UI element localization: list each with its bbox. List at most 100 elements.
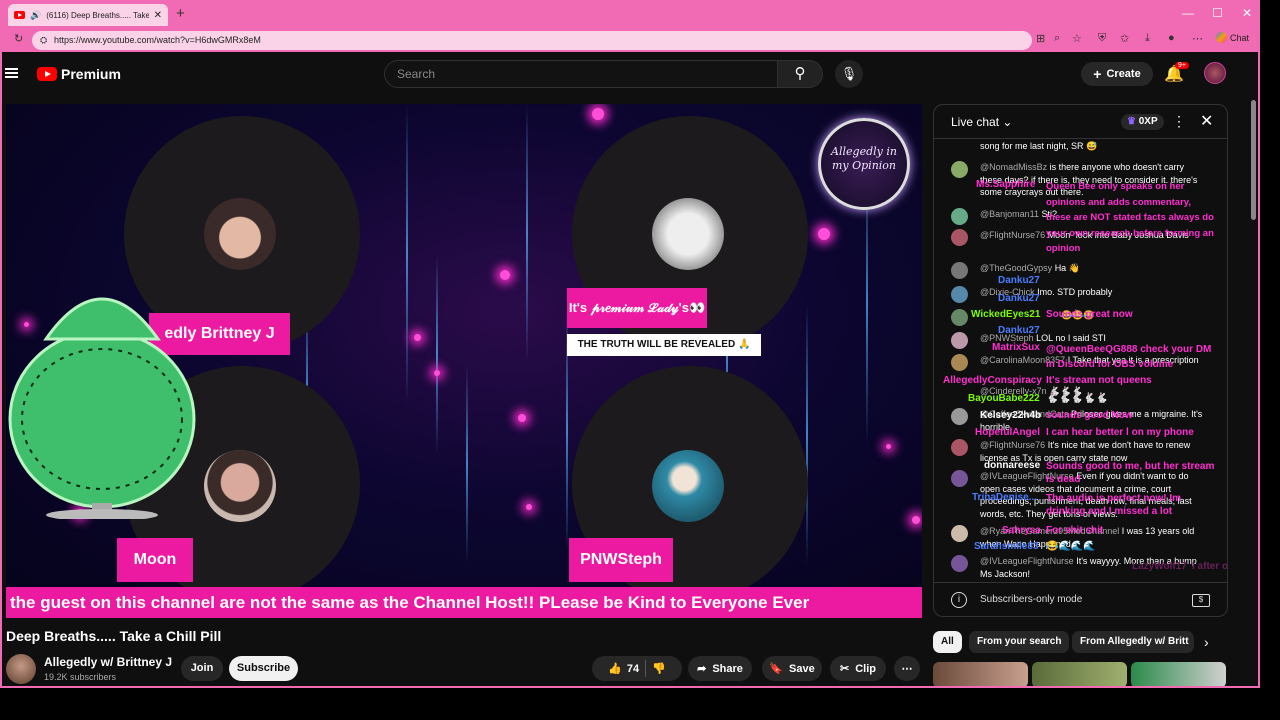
zoom-icon[interactable]: ⌕: [1054, 32, 1060, 45]
close-window-icon[interactable]: ✕: [1242, 6, 1252, 20]
new-tab-icon[interactable]: +: [176, 5, 185, 22]
super-chat-icon[interactable]: $: [1192, 594, 1210, 607]
reload-icon[interactable]: ↻: [14, 32, 23, 45]
user-avatar: [951, 332, 968, 349]
overlay-username: Sahrysa: [1002, 525, 1041, 536]
video-title: Deep Breaths..... Take a Chill Pill: [6, 628, 222, 644]
site-info-icon[interactable]: ⛭: [40, 31, 47, 50]
message-text: Ha 👋: [1054, 263, 1080, 273]
notification-badge: 9+: [1175, 62, 1189, 69]
favorites-icon[interactable]: ✩: [1120, 32, 1129, 45]
message-author[interactable]: @Banjoman11: [980, 209, 1039, 219]
user-avatar: [951, 161, 968, 178]
share-button[interactable]: ➦ Share: [688, 656, 752, 681]
chip-from-channel[interactable]: From Allegedly w/ Britt: [1072, 631, 1194, 653]
search-input[interactable]: Search: [384, 60, 778, 88]
overlay-username: Danku27: [998, 325, 1040, 336]
clip-button[interactable]: ✂ Clip: [830, 656, 886, 681]
message-author[interactable]: @FlightNurse76: [980, 440, 1045, 450]
moon-avatar: [204, 450, 276, 522]
favorite-star-icon[interactable]: ☆: [1072, 32, 1082, 45]
overlay-message: 🐇🐇🐇🐇🐇: [1046, 393, 1109, 404]
live-chat-dropdown[interactable]: Live chat ⌄: [951, 115, 1012, 129]
url-field[interactable]: ⛭ https://www.youtube.com/watch?v=H6dwGM…: [32, 31, 1032, 50]
account-avatar[interactable]: [1204, 62, 1226, 84]
pnwsteph-avatar: [652, 450, 724, 522]
search-button[interactable]: ⚲: [777, 60, 823, 88]
maximize-icon[interactable]: ☐: [1212, 6, 1223, 20]
overlay-username: MatrixSux: [992, 342, 1040, 353]
subscribe-button[interactable]: Subscribe: [229, 656, 298, 681]
message-author[interactable]: @IVLeagueFlightNurse: [980, 556, 1074, 566]
youtube-favicon-icon: [14, 11, 25, 19]
create-button[interactable]: + Create: [1081, 62, 1153, 86]
host-avatar: [204, 198, 276, 270]
user-avatar: [951, 208, 968, 225]
related-video-thumbnail[interactable]: [1032, 662, 1127, 686]
chat-more-icon[interactable]: ⋮: [1172, 113, 1186, 130]
chip-from-your-search[interactable]: From your search: [969, 631, 1070, 653]
copilot-icon: [1216, 32, 1227, 43]
overlay-message: Queen Bee only speaks on her opinions an…: [1046, 181, 1214, 254]
extension-icon[interactable]: ⛨: [1098, 32, 1106, 45]
message-author[interactable]: @FlightNurse76: [980, 230, 1045, 240]
related-video-thumbnail[interactable]: [1131, 662, 1226, 686]
apps-icon[interactable]: ⊞: [1036, 32, 1045, 45]
downloads-icon[interactable]: ⤓: [1145, 32, 1150, 45]
menu-icon[interactable]: [5, 68, 18, 78]
youtube-logo[interactable]: Premium: [37, 66, 121, 82]
copilot-chat-label: Chat: [1230, 32, 1250, 43]
light-streak: [436, 254, 438, 454]
like-count: 74: [626, 662, 640, 675]
overlay-message: 😂🌊🌊🌊: [1046, 541, 1096, 552]
save-label: Save: [789, 662, 815, 675]
more-actions-button[interactable]: ⋯: [894, 656, 920, 681]
chat-title: Live chat: [951, 115, 1000, 129]
divider: [645, 660, 647, 677]
speaker-icon[interactable]: 🔊: [30, 10, 41, 21]
glow-orb: [434, 370, 440, 376]
plus-icon: +: [1093, 66, 1102, 82]
light-streak: [406, 104, 408, 404]
related-video-thumbnail[interactable]: [933, 662, 1028, 686]
channel-avatar[interactable]: [6, 654, 36, 684]
user-avatar: [951, 286, 968, 303]
more-menu-icon[interactable]: ⋯: [1192, 32, 1203, 45]
video-player[interactable]: edly Brittney J Moon PNWSteph It's 𝓅𝓇𝑒𝓂𝒾…: [6, 104, 922, 618]
overlay-username: LazyWolf17: [1132, 561, 1187, 572]
join-button[interactable]: Join: [181, 656, 223, 681]
share-icon: ➦: [697, 663, 707, 675]
user-avatar: [951, 229, 968, 246]
overlay-username: BayouBabe222: [968, 393, 1040, 404]
browser-tab[interactable]: 🔊 (6116) Deep Breaths..... Take a ✕: [8, 4, 168, 26]
glow-orb: [886, 444, 891, 449]
search-icon: ⚲: [794, 65, 806, 82]
chevron-right-icon[interactable]: ›: [1204, 634, 1209, 650]
voice-search-button[interactable]: 🎙: [835, 60, 863, 88]
minimize-icon[interactable]: —: [1182, 6, 1194, 20]
profile-icon[interactable]: ●: [1168, 32, 1175, 44]
channel-name[interactable]: Allegedly w/ Brittney J: [44, 655, 172, 669]
xp-badge[interactable]: ♛ 0XP: [1121, 114, 1164, 130]
channel-logo-watermark: Allegedly in my Opinion: [818, 118, 910, 210]
youtube-header: Premium Search ⚲ 🎙 + Create 🔔: [2, 52, 1258, 96]
candy-bowl-graphic: [8, 297, 196, 519]
message-author[interactable]: @TheGoodGypsy: [980, 263, 1052, 273]
tab-bar: 🔊 (6116) Deep Breaths..... Take a ✕ + — …: [2, 0, 1258, 28]
chip-all[interactable]: All: [933, 631, 962, 653]
chat-close-icon[interactable]: ✕: [1200, 111, 1213, 131]
copilot-chat-button[interactable]: Chat: [1216, 32, 1249, 43]
page-scrollbar-thumb[interactable]: [1251, 100, 1256, 220]
thumbs-down-icon[interactable]: 👎: [652, 662, 666, 675]
info-icon[interactable]: i: [951, 592, 967, 608]
save-button[interactable]: 🔖 Save: [762, 656, 822, 681]
brand-label: Premium: [61, 66, 121, 82]
overlay-message: I after older: [1192, 561, 1228, 572]
message-text: song for me last night, SR 😅: [980, 141, 1098, 151]
glow-orb: [526, 504, 532, 510]
close-tab-icon[interactable]: ✕: [154, 10, 162, 21]
overlay-username: Kelsey22h4b: [980, 410, 1042, 421]
message-author[interactable]: @NomadMissBz: [980, 162, 1047, 172]
like-button[interactable]: 👍 74: [608, 662, 640, 676]
overlay-message: For shit shit: [1046, 525, 1104, 536]
